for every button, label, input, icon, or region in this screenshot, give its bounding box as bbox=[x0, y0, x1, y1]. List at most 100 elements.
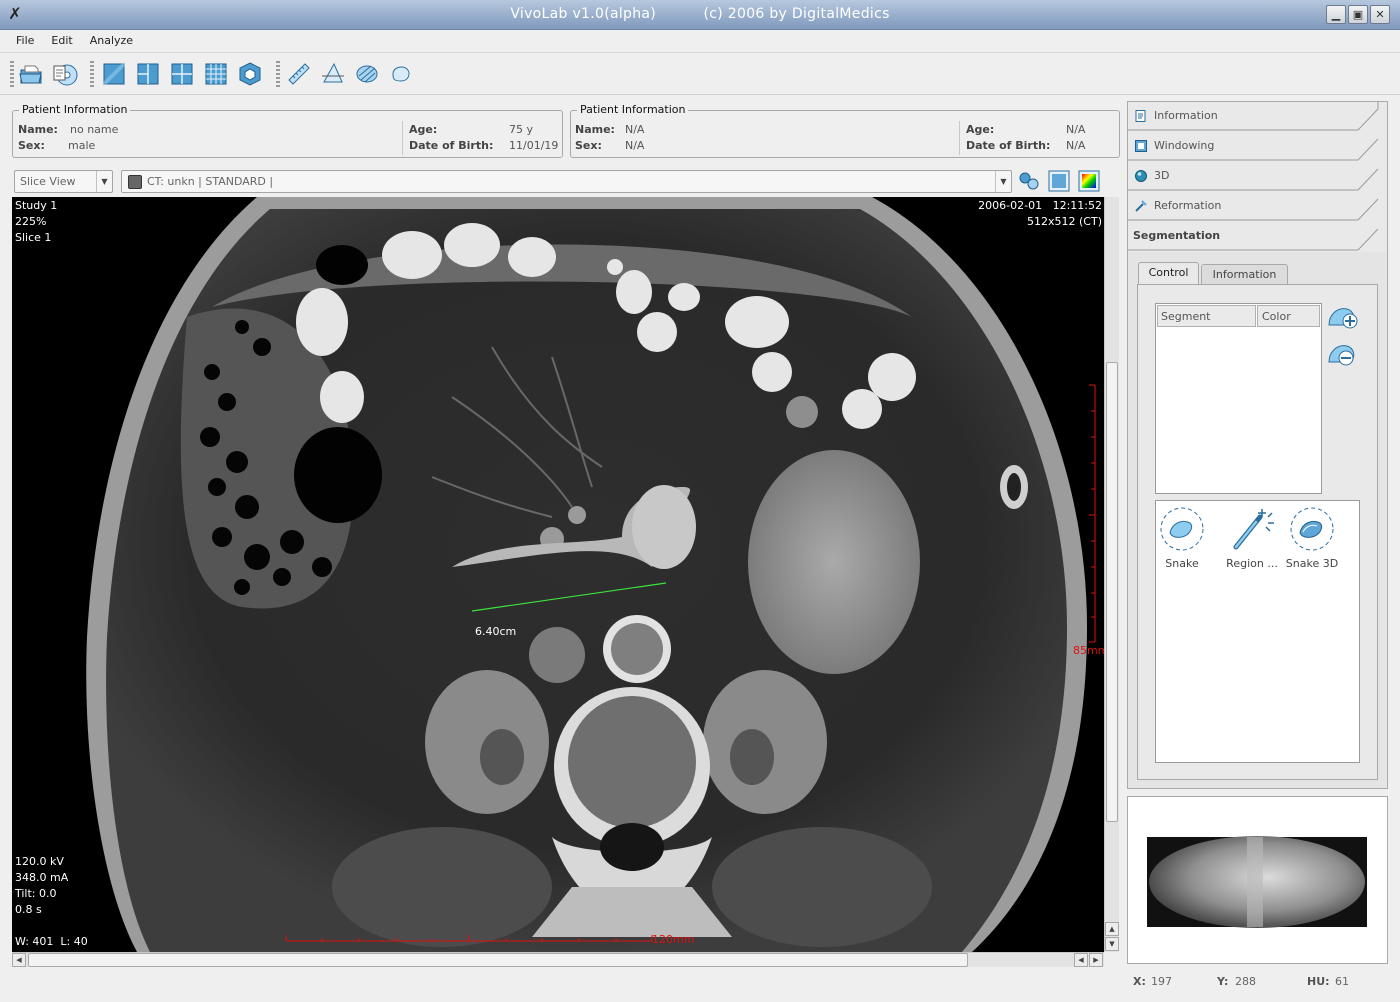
y-label: Y: bbox=[1217, 975, 1229, 988]
hu-value: 61 bbox=[1335, 975, 1349, 988]
hu-label: HU: bbox=[1307, 975, 1330, 988]
acq-time: 12:11:52 bbox=[1052, 199, 1102, 212]
overlay-top-right: 2006-02-01 12:11:52 512x512 (CT) bbox=[978, 198, 1102, 230]
maximize-button[interactable]: ▣ bbox=[1348, 5, 1368, 24]
view-mode-value: Slice View bbox=[20, 175, 76, 188]
add-segment-button[interactable] bbox=[1326, 303, 1360, 333]
tool-label: Snake 3D bbox=[1285, 557, 1339, 570]
overlay-bottom-left: 120.0 kV 348.0 mA Tilt: 0.0 0.8 s bbox=[15, 854, 68, 918]
sphere-icon bbox=[1135, 170, 1147, 182]
remove-segment-button[interactable] bbox=[1326, 340, 1360, 370]
menu-edit[interactable]: Edit bbox=[43, 31, 80, 51]
vertical-scrollbar[interactable]: ▲ ▼ bbox=[1104, 197, 1119, 952]
tab-reformation[interactable]: Reformation bbox=[1128, 191, 1386, 221]
menu-analyze[interactable]: Analyze bbox=[82, 31, 141, 51]
magic-wand-icon bbox=[1233, 509, 1274, 550]
close-button[interactable]: ✕ bbox=[1370, 5, 1390, 24]
dob-value: 11/01/19 bbox=[509, 139, 559, 152]
sex-label: Sex: bbox=[575, 139, 602, 152]
scale-h-label: 120mm bbox=[652, 933, 695, 946]
divider bbox=[959, 121, 960, 155]
series-thumbnail-icon bbox=[128, 175, 142, 189]
column-header-segment[interactable]: Segment bbox=[1157, 305, 1256, 327]
tab-segmentation[interactable]: Segmentation bbox=[1128, 221, 1386, 251]
name-value: N/A bbox=[625, 123, 645, 136]
tab-windowing[interactable]: Windowing bbox=[1128, 131, 1386, 161]
chevron-down-icon[interactable]: ▼ bbox=[995, 171, 1011, 192]
angle-icon[interactable] bbox=[319, 60, 347, 88]
windowing-icon bbox=[1135, 140, 1147, 152]
tab-3d[interactable]: 3D bbox=[1128, 161, 1386, 191]
roi-icon[interactable] bbox=[387, 60, 415, 88]
toolbar-grip[interactable] bbox=[276, 61, 280, 89]
toolbar-grip[interactable] bbox=[10, 61, 14, 89]
save-disk-icon[interactable] bbox=[51, 60, 79, 88]
subtab-information[interactable]: Information bbox=[1201, 264, 1288, 286]
color-map-icon[interactable] bbox=[1076, 168, 1102, 194]
layout-grid-icon[interactable] bbox=[202, 60, 230, 88]
menu-bar: File Edit Analyze bbox=[0, 31, 1400, 53]
scout-image[interactable] bbox=[1147, 815, 1367, 947]
scroll-right-icon[interactable]: ▶ bbox=[1089, 953, 1103, 967]
menu-file[interactable]: File bbox=[8, 31, 42, 51]
scout-view-panel bbox=[1127, 796, 1388, 964]
ct-viewport[interactable]: Study 1 225% Slice 1 2006-02-01 12:11:52… bbox=[12, 197, 1104, 952]
y-value: 288 bbox=[1235, 975, 1256, 988]
tool-snake[interactable]: Snake bbox=[1150, 505, 1214, 570]
series-select[interactable]: CT: unkn | STANDARD | ▼ bbox=[121, 170, 1012, 193]
tab-label: Information bbox=[1154, 109, 1218, 122]
x-label: X: bbox=[1133, 975, 1146, 988]
toolbar bbox=[0, 55, 1400, 95]
patient-info-group-left: Patient Information Name: no name Sex: m… bbox=[12, 103, 563, 158]
series-value: CT: unkn | STANDARD | bbox=[147, 175, 274, 188]
segment-table[interactable]: Segment Color bbox=[1155, 303, 1322, 494]
zoom-label: 225% bbox=[15, 215, 47, 228]
ma-label: 348.0 mA bbox=[15, 871, 69, 884]
minimize-button[interactable]: ▁ bbox=[1326, 5, 1346, 24]
subtab-control[interactable]: Control bbox=[1138, 262, 1199, 284]
scroll-left-icon[interactable]: ◀ bbox=[12, 953, 26, 967]
x-value: 197 bbox=[1151, 975, 1172, 988]
toolbar-grip[interactable] bbox=[90, 61, 94, 89]
column-header-color[interactable]: Color bbox=[1257, 305, 1320, 327]
view-mode-select[interactable]: Slice View ▼ bbox=[14, 170, 113, 193]
layout-2x2-icon[interactable] bbox=[134, 60, 162, 88]
open-folder-icon[interactable] bbox=[17, 60, 45, 88]
age-value: 75 y bbox=[509, 123, 534, 136]
single-view-icon[interactable] bbox=[100, 60, 128, 88]
scale-v-label: 85mm bbox=[1073, 644, 1104, 657]
horizontal-scrollbar[interactable]: ◀ ◀ ▶ bbox=[12, 952, 1104, 967]
density-icon[interactable] bbox=[353, 60, 381, 88]
tab-label: 3D bbox=[1154, 169, 1170, 182]
ruler-icon[interactable] bbox=[285, 60, 313, 88]
ct-image[interactable] bbox=[12, 197, 1104, 952]
window-level-label: W: 401 L: 40 bbox=[15, 935, 88, 948]
layout-4-icon[interactable] bbox=[168, 60, 196, 88]
slice-label: Slice 1 bbox=[15, 231, 52, 244]
remove-segment-icon bbox=[1328, 345, 1355, 366]
tab-label: Segmentation bbox=[1133, 229, 1221, 242]
chevron-down-icon[interactable]: ▼ bbox=[96, 171, 112, 192]
link-views-icon[interactable] bbox=[1016, 168, 1042, 194]
vertical-scroll-thumb[interactable] bbox=[1106, 362, 1118, 822]
scroll-up-icon[interactable]: ▲ bbox=[1105, 922, 1119, 936]
tool-region-grow[interactable]: Region ... bbox=[1220, 505, 1284, 570]
scroll-left-icon[interactable]: ◀ bbox=[1074, 953, 1088, 967]
horizontal-scroll-thumb[interactable] bbox=[28, 953, 968, 967]
duration-label: 0.8 s bbox=[15, 903, 42, 916]
tab-information[interactable]: Information bbox=[1128, 101, 1386, 131]
age-label: Age: bbox=[409, 123, 438, 136]
tab-label: Reformation bbox=[1154, 199, 1222, 212]
measure-label: 6.40cm bbox=[475, 625, 517, 638]
scroll-down-icon[interactable]: ▼ bbox=[1105, 937, 1119, 951]
patient-info-title: Patient Information bbox=[577, 103, 689, 116]
title-bar[interactable]: ✗ VivoLab v1.0(alpha) (c) 2006 by Digita… bbox=[0, 0, 1400, 30]
patient-info-group-right: Patient Information Name: N/A Sex: N/A A… bbox=[570, 103, 1120, 158]
3d-cube-icon[interactable] bbox=[236, 60, 264, 88]
snapshot-icon[interactable] bbox=[1046, 168, 1072, 194]
kv-label: 120.0 kV bbox=[15, 855, 64, 868]
dob-label: Date of Birth: bbox=[409, 139, 494, 152]
tool-snake-3d[interactable]: Snake 3D bbox=[1280, 505, 1344, 570]
sex-label: Sex: bbox=[18, 139, 45, 152]
age-label: Age: bbox=[966, 123, 995, 136]
